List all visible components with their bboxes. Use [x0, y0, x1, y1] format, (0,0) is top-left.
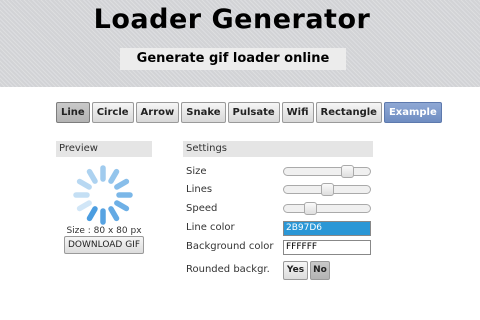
tab-pulsate[interactable]: Pulsate: [227, 102, 280, 123]
background-color-label: Background color: [186, 241, 274, 252]
tab-wifi[interactable]: Wifi: [281, 102, 314, 123]
tab-arrow[interactable]: Arrow: [135, 102, 180, 123]
speed-slider[interactable]: [283, 202, 371, 215]
rounded-yes-button[interactable]: Yes: [283, 261, 308, 280]
size-slider[interactable]: [283, 165, 371, 178]
spinner-segment: [76, 178, 92, 190]
settings-heading: Settings: [183, 141, 373, 157]
tab-circle[interactable]: Circle: [91, 102, 134, 123]
line-color-input[interactable]: 2B97D6: [283, 221, 371, 236]
tab-line[interactable]: Line: [56, 102, 90, 123]
loader-preview-spinner: [73, 165, 133, 225]
preview-size-label: Size : 80 x 80 px: [66, 226, 142, 236]
preview-heading: Preview: [56, 141, 152, 157]
rounded-no-button[interactable]: No: [310, 261, 330, 280]
loader-type-tabs: Line Circle Arrow Snake Pulsate Wifi Rec…: [56, 102, 442, 123]
tab-rectangle[interactable]: Rectangle: [315, 102, 382, 123]
size-label: Size: [186, 166, 207, 177]
lines-slider-thumb[interactable]: [321, 183, 334, 196]
spinner-segment: [86, 168, 98, 184]
lines-label: Lines: [186, 184, 213, 195]
speed-slider-thumb[interactable]: [304, 202, 317, 215]
line-color-label: Line color: [186, 222, 235, 233]
spinner-segment: [114, 200, 130, 212]
app-subtitle: Generate gif loader online: [120, 48, 346, 70]
size-slider-thumb[interactable]: [341, 165, 354, 178]
lines-slider[interactable]: [283, 183, 371, 196]
app-title: Loader Generator: [93, 4, 371, 35]
spinner-segment: [86, 206, 98, 222]
spinner-segment: [108, 206, 120, 222]
download-gif-button[interactable]: DOWNLOAD GIF: [64, 236, 144, 254]
tab-example[interactable]: Example: [383, 102, 442, 123]
spinner-segment: [108, 168, 120, 184]
background-color-input[interactable]: FFFFFF: [283, 240, 371, 255]
spinner-segment: [114, 178, 130, 190]
rounded-background-label: Rounded backgr.: [186, 264, 270, 275]
header-banner: Loader Generator Generate gif loader onl…: [0, 0, 480, 87]
speed-label: Speed: [186, 203, 218, 214]
tab-snake[interactable]: Snake: [181, 102, 226, 123]
spinner-segment: [76, 200, 92, 212]
